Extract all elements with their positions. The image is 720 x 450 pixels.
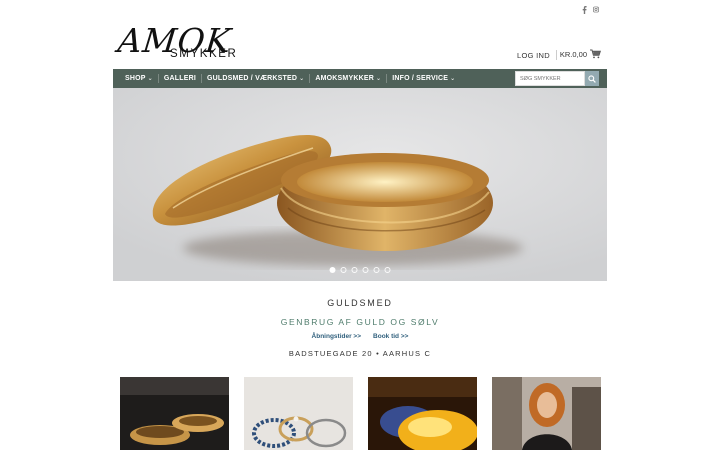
chevron-down-icon: ⌄ [299,76,305,82]
search-icon [588,74,596,83]
thumbnail-torch-flame[interactable] [368,377,477,450]
logo-smykker-text: SMYKKER [170,48,238,60]
address-text: BADSTUEGADE 20 • AARHUS C [288,349,432,358]
thumbnail-goldsmith-portrait[interactable] [492,377,601,450]
nav-item-amoksmykker[interactable]: AMOKSMYKKER ⌄ [310,69,386,88]
instagram-icon[interactable] [593,5,599,14]
slider-dots [329,267,391,273]
nav-item-label: INFO / SERVICE [392,75,449,82]
slider-dot[interactable] [373,267,380,273]
thumbnail-rings-dark[interactable] [120,377,229,450]
slider-dot[interactable] [351,267,358,273]
chevron-down-icon: ⌄ [450,76,456,82]
cart-icon [590,49,601,59]
slider-dot[interactable] [362,267,369,273]
cart-total: KR.0,00 [559,49,587,59]
slider-dot[interactable] [340,267,347,273]
gold-rings-image [113,88,607,281]
nav-item-label: SHOP [125,75,146,82]
social-links [581,5,599,14]
opening-hours-link[interactable]: Åbningstider >> [312,333,361,340]
header-divider [556,50,557,60]
slider-dot[interactable] [329,267,336,273]
nav-item-label: GALLERI [163,75,196,82]
image-grid [120,377,601,450]
facebook-icon[interactable] [581,5,587,14]
section-title: GULDSMED [327,298,393,308]
search-button[interactable] [585,71,599,86]
thumbnail-rings-light[interactable] [244,377,353,450]
site-header: AMOK SMYKKER LOG IND KR.0,00 [113,18,607,68]
section-subtitle: GENBRUG AF GULD OG SØLV [280,317,440,327]
chevron-down-icon: ⌄ [375,76,382,82]
nav-item-label: AMOKSMYKKER [315,75,374,82]
intro-links: Åbningstider >> Book tid >> [113,333,607,340]
intro-section: GULDSMED GENBRUG AF GULD OG SØLV Åbnings… [113,296,607,358]
nav-item-shop[interactable]: SHOP ⌄ [120,69,158,88]
login-link[interactable]: LOG IND [517,51,550,60]
search-form [515,71,599,86]
search-input[interactable] [515,71,585,86]
main-navigation: SHOP ⌄ GALLERI GULDSMED / VÆRKSTED ⌄ AMOKS… [113,69,607,88]
hero-slider[interactable] [113,88,607,281]
site-logo[interactable]: AMOK SMYKKER [116,21,248,63]
nav-item-guldsmed[interactable]: GULDSMED / VÆRKSTED ⌄ [202,69,309,88]
chevron-down-icon: ⌄ [147,76,153,82]
slider-dot[interactable] [384,267,391,273]
cart-link[interactable]: KR.0,00 [560,49,601,59]
nav-item-info-service[interactable]: INFO / SERVICE ⌄ [387,69,460,88]
nav-item-galleri[interactable]: GALLERI [159,69,201,88]
nav-item-label: GULDSMED / VÆRKSTED [207,75,298,82]
book-appointment-link[interactable]: Book tid >> [373,333,408,340]
